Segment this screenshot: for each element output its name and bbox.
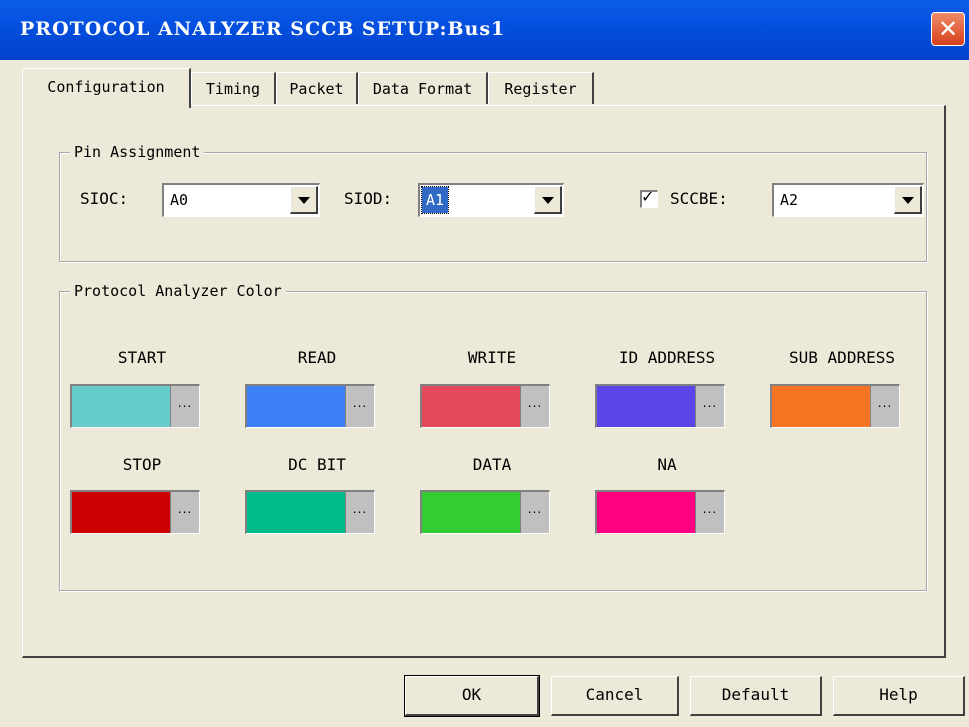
- chevron-down-icon: [298, 197, 310, 204]
- id-address-color-more-button[interactable]: ...: [695, 386, 724, 427]
- dc-bit-color-picker[interactable]: ...: [245, 490, 375, 534]
- write-color-label: WRITE: [467, 348, 517, 367]
- sccbe-value: A2: [780, 191, 799, 209]
- sccbe-dropdown-button[interactable]: [894, 186, 922, 214]
- help-button[interactable]: Help: [833, 676, 965, 716]
- title-bar[interactable]: PROTOCOL ANALYZER SCCB SETUP:Bus1 ✕: [0, 0, 969, 60]
- sioc-label: SIOC:: [80, 189, 129, 208]
- sub-address-color-label: SUB ADDRESS: [789, 348, 895, 367]
- sioc-dropdown-button[interactable]: [290, 186, 318, 214]
- data-color-picker[interactable]: ...: [420, 490, 550, 534]
- sub-address-color-swatch: [772, 386, 870, 427]
- stop-color-picker[interactable]: ...: [70, 490, 200, 534]
- chevron-down-icon: [902, 197, 914, 204]
- sub-address-color-picker[interactable]: ...: [770, 384, 900, 428]
- read-color-swatch: [247, 386, 345, 427]
- siod-label: SIOD:: [344, 189, 393, 208]
- read-color-picker[interactable]: ...: [245, 384, 375, 428]
- sub-address-color-more-button[interactable]: ...: [870, 386, 899, 427]
- read-color-label: READ: [297, 348, 337, 367]
- id-address-color-swatch: [597, 386, 695, 427]
- siod-select[interactable]: A1: [418, 183, 564, 217]
- siod-dropdown-button[interactable]: [534, 186, 562, 214]
- id-address-color-label: ID ADDRESS: [618, 348, 716, 367]
- checkmark-icon: ✓: [641, 187, 655, 206]
- na-color-swatch: [597, 492, 695, 533]
- sccbe-checkbox[interactable]: ✓: [640, 187, 658, 208]
- sioc-value: A0: [170, 191, 189, 209]
- read-color-more-button[interactable]: ...: [345, 386, 374, 427]
- write-color-more-button[interactable]: ...: [520, 386, 549, 427]
- sccbe-select[interactable]: A2: [772, 183, 924, 217]
- pin-assignment-group: Pin Assignment SIOC: A0 SIOD: A1 ✓ SCCBE…: [59, 142, 927, 262]
- write-color-swatch: [422, 386, 520, 427]
- dc-bit-color-label: DC BIT: [288, 455, 346, 474]
- chevron-down-icon: [542, 197, 554, 204]
- tab-configuration[interactable]: Configuration: [22, 68, 191, 108]
- data-color-label: DATA: [472, 455, 512, 474]
- default-button[interactable]: Default: [690, 676, 822, 716]
- cancel-button[interactable]: Cancel: [551, 676, 679, 716]
- close-button[interactable]: ✕: [931, 12, 965, 46]
- na-color-picker[interactable]: ...: [595, 490, 725, 534]
- siod-value: A1: [420, 186, 450, 214]
- close-icon: ✕: [937, 15, 959, 43]
- stop-color-label: STOP: [122, 455, 162, 474]
- protocol-color-legend: Protocol Analyzer Color: [70, 281, 286, 301]
- tab-data-format[interactable]: Data Format: [358, 72, 488, 104]
- pin-assignment-legend: Pin Assignment: [70, 142, 205, 162]
- na-color-more-button[interactable]: ...: [695, 492, 724, 533]
- tab-register[interactable]: Register: [488, 72, 594, 104]
- na-color-label: NA: [657, 455, 677, 474]
- data-color-swatch: [422, 492, 520, 533]
- start-color-picker[interactable]: ...: [70, 384, 200, 428]
- start-color-label: START: [117, 348, 167, 367]
- dc-bit-color-more-button[interactable]: ...: [345, 492, 374, 533]
- setup-dialog: PROTOCOL ANALYZER SCCB SETUP:Bus1 ✕ Conf…: [0, 0, 969, 727]
- sccbe-label: SCCBE:: [670, 189, 728, 208]
- tab-timing[interactable]: Timing: [191, 72, 276, 104]
- start-color-swatch: [72, 386, 170, 427]
- tab-packet[interactable]: Packet: [276, 72, 358, 104]
- ok-button[interactable]: OK: [404, 675, 540, 717]
- protocol-color-group: Protocol Analyzer Color START ... READ .…: [59, 281, 927, 591]
- window-title: PROTOCOL ANALYZER SCCB SETUP:Bus1: [20, 18, 506, 40]
- sioc-select[interactable]: A0: [162, 183, 320, 217]
- data-color-more-button[interactable]: ...: [520, 492, 549, 533]
- start-color-more-button[interactable]: ...: [170, 386, 199, 427]
- write-color-picker[interactable]: ...: [420, 384, 550, 428]
- configuration-panel: Pin Assignment SIOC: A0 SIOD: A1 ✓ SCCBE…: [22, 105, 946, 658]
- stop-color-more-button[interactable]: ...: [170, 492, 199, 533]
- dc-bit-color-swatch: [247, 492, 345, 533]
- id-address-color-picker[interactable]: ...: [595, 384, 725, 428]
- stop-color-swatch: [72, 492, 170, 533]
